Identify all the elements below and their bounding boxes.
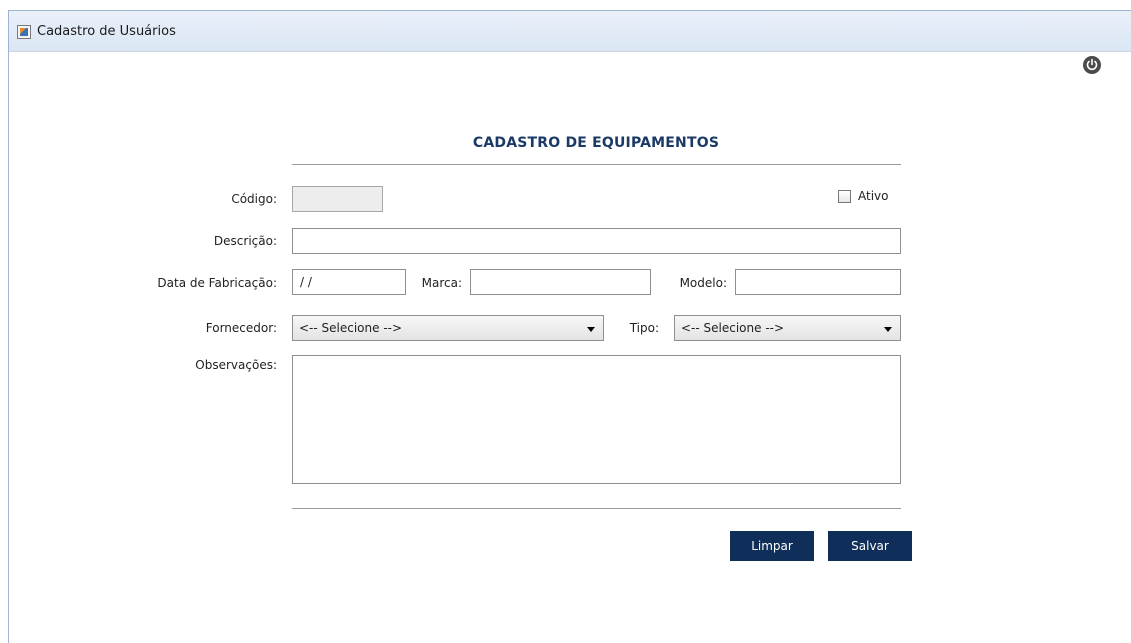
modelo-input[interactable] [735, 269, 901, 295]
bottom-divider [292, 508, 901, 509]
descricao-input[interactable] [292, 228, 901, 254]
title-bar: Cadastro de Usuários [9, 11, 1131, 52]
top-divider [292, 164, 901, 165]
data-fabricacao-input[interactable]: / / [292, 269, 406, 295]
fornecedor-selected-value: <-- Selecione --> [299, 321, 403, 335]
tipo-select[interactable]: <-- Selecione --> [674, 315, 901, 341]
data-fabricacao-value: / / [300, 275, 312, 289]
observacoes-label: Observações: [195, 358, 277, 372]
marca-input[interactable] [470, 269, 651, 295]
chevron-down-icon [884, 327, 892, 332]
codigo-label: Código: [231, 192, 277, 206]
form-heading: CADASTRO DE EQUIPAMENTOS [472, 135, 720, 151]
observacoes-textarea[interactable] [292, 355, 901, 484]
ativo-checkbox[interactable] [838, 190, 851, 203]
descricao-label: Descrição: [213, 234, 277, 248]
tipo-selected-value: <-- Selecione --> [681, 321, 785, 335]
chevron-down-icon [587, 327, 595, 332]
window-title: Cadastro de Usuários [37, 24, 176, 39]
ativo-label: Ativo [858, 189, 889, 203]
salvar-button[interactable]: Salvar [828, 531, 912, 561]
modelo-label: Modelo: [679, 276, 727, 290]
marca-label: Marca: [421, 276, 462, 290]
power-icon[interactable] [1083, 56, 1101, 74]
fornecedor-select[interactable]: <-- Selecione --> [292, 315, 604, 341]
fornecedor-label: Fornecedor: [205, 321, 277, 335]
java-app-icon [17, 25, 31, 39]
codigo-field [292, 186, 383, 212]
tipo-label: Tipo: [629, 321, 659, 335]
limpar-button[interactable]: Limpar [730, 531, 814, 561]
data-fabricacao-label: Data de Fabricação: [157, 276, 277, 290]
